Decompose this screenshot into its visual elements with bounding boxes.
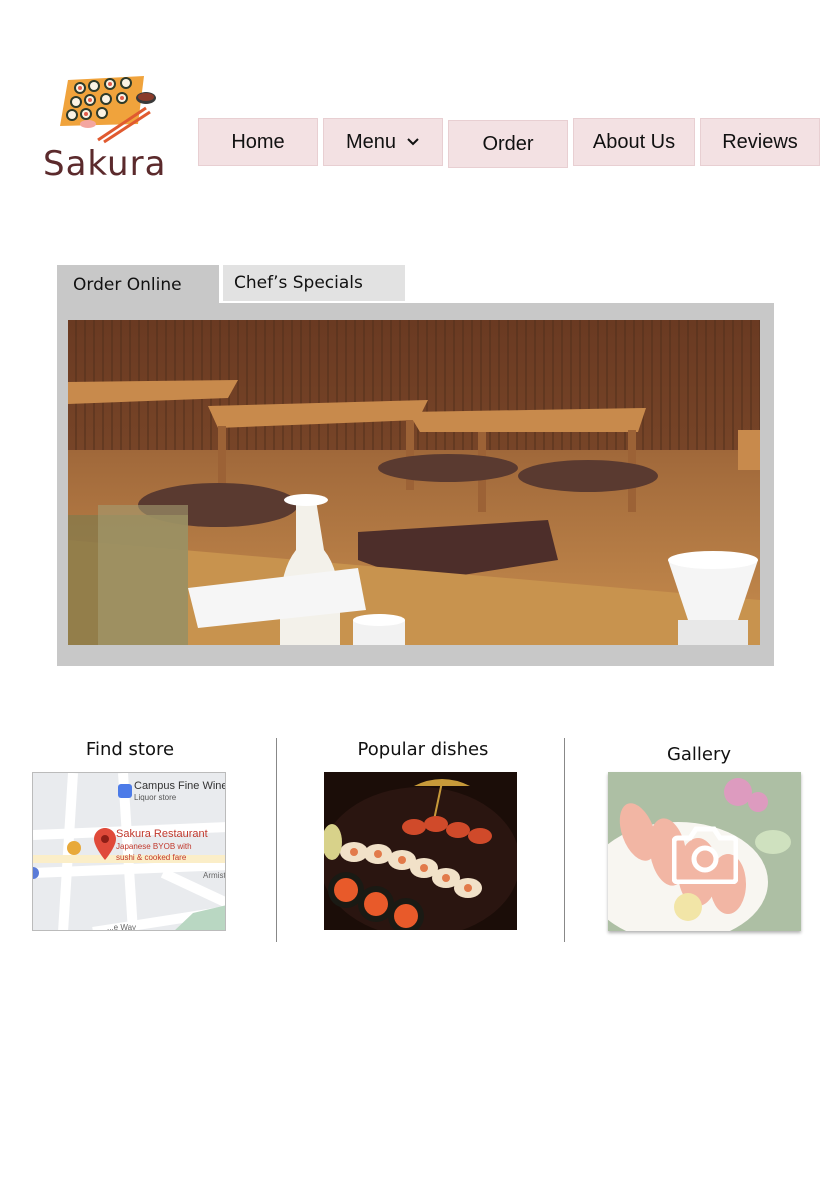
- column-divider: [564, 738, 565, 942]
- map-street-label: Armist: [203, 871, 226, 880]
- popular-dishes-image[interactable]: [324, 772, 517, 930]
- nav-reviews-button[interactable]: Reviews: [700, 118, 820, 166]
- tab-order-online-label: Order Online: [73, 275, 182, 295]
- map-street-label: ...e Way: [107, 923, 137, 931]
- map-place-2-desc1: Japanese BYOB with: [116, 842, 192, 851]
- camera-icon[interactable]: [672, 826, 738, 884]
- column-divider: [276, 738, 277, 942]
- store-map[interactable]: Campus Fine Wines Liquor store Sakura Re…: [32, 772, 226, 931]
- popular-dishes-title: Popular dishes: [357, 739, 489, 760]
- map-pin-icon: [94, 828, 116, 860]
- tab-chefs-specials-label: Chef’s Specials: [234, 273, 363, 293]
- sushi-logo-icon: [60, 76, 156, 144]
- chevron-down-icon: [407, 138, 419, 146]
- map-place-2-name: Sakura Restaurant: [116, 828, 208, 840]
- nav-menu-button[interactable]: Menu: [323, 118, 443, 166]
- shopping-bag-icon: [118, 784, 132, 798]
- map-place-1-name: Campus Fine Wines: [134, 780, 226, 792]
- cafe-icon: [67, 841, 81, 855]
- nav-order-label: Order: [482, 132, 534, 155]
- nav-order-button[interactable]: Order: [448, 120, 568, 168]
- tab-order-online[interactable]: Order Online: [57, 265, 219, 305]
- gallery-image[interactable]: [608, 772, 801, 931]
- gallery-title: Gallery: [666, 744, 732, 765]
- find-store-title: Find store: [85, 739, 175, 760]
- map-place-2-desc2: sushi & cooked fare: [116, 853, 187, 862]
- tab-chefs-specials[interactable]: Chef’s Specials: [223, 265, 405, 301]
- nav-home-label: Home: [231, 130, 285, 153]
- nav-home-button[interactable]: Home: [198, 118, 318, 166]
- nav-menu-label: Menu: [345, 130, 397, 153]
- nav-about-label: About Us: [592, 130, 676, 153]
- brand-name: Sakura: [43, 144, 167, 184]
- nav-reviews-label: Reviews: [722, 130, 798, 153]
- nav-about-button[interactable]: About Us: [573, 118, 695, 166]
- brand-logo[interactable]: Sakura: [40, 74, 170, 184]
- map-place-1-type: Liquor store: [134, 793, 177, 802]
- restaurant-interior-image: [68, 320, 760, 645]
